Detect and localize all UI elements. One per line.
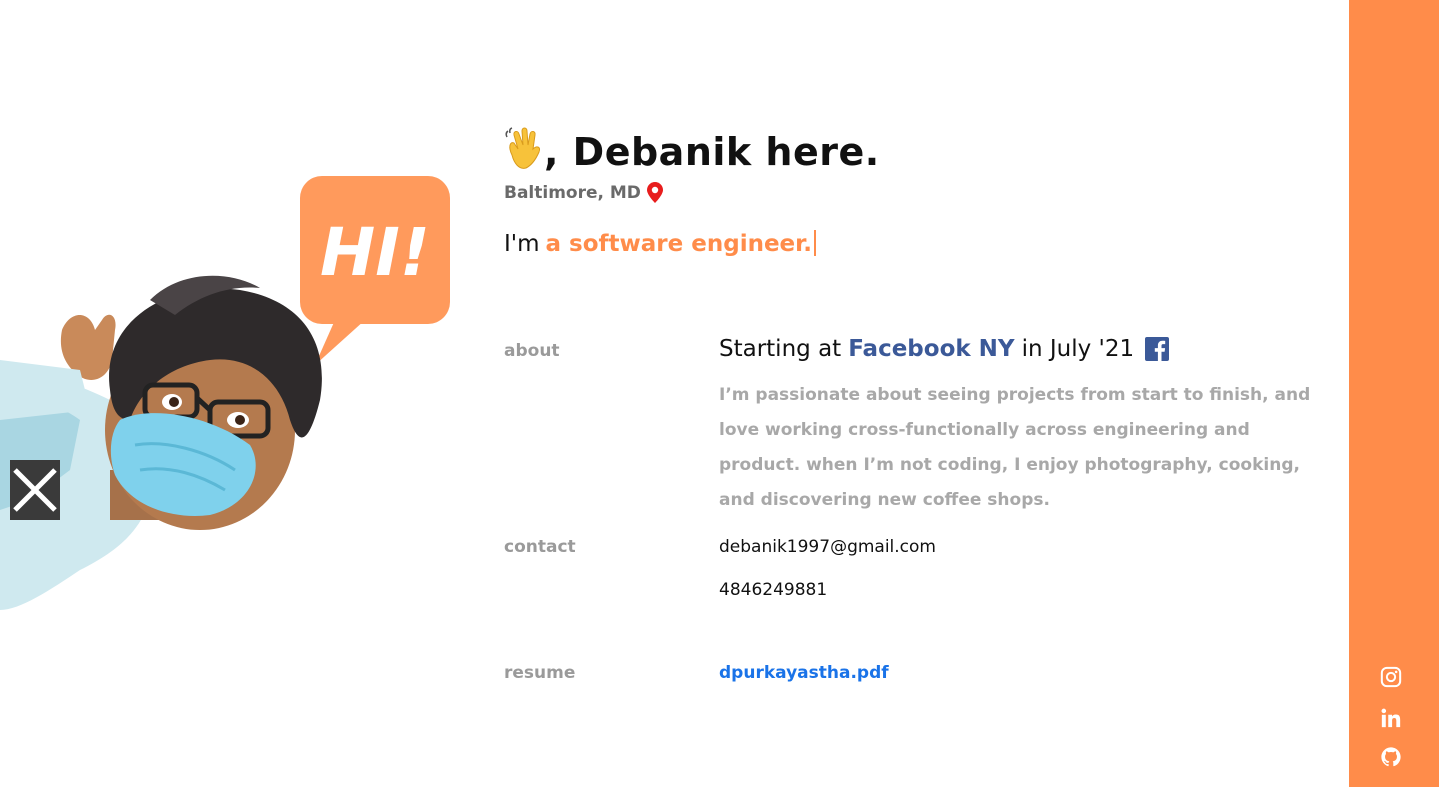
- email-text[interactable]: debanik1997@gmail.com: [719, 537, 936, 557]
- speech-bubble: HI!: [300, 176, 450, 365]
- page-title: , Debanik here.: [504, 126, 880, 178]
- resume-link[interactable]: dpurkayastha.pdf: [719, 663, 889, 683]
- facebook-icon: [1145, 337, 1170, 361]
- github-icon: [1381, 747, 1401, 767]
- waving-hand-icon: [505, 127, 540, 169]
- contact-label: contact: [504, 537, 576, 557]
- about-title-suffix: in July '21: [1021, 336, 1135, 362]
- instagram-link[interactable]: [1379, 665, 1403, 689]
- instagram-icon: [1380, 666, 1402, 688]
- typing-cursor: [813, 230, 816, 256]
- github-link[interactable]: [1379, 745, 1403, 769]
- map-pin-icon: [646, 182, 663, 203]
- tagline: I'm a software engineer.: [504, 230, 816, 257]
- about-title-prefix: Starting at: [719, 336, 842, 362]
- greeting-text: , Debanik here.: [544, 130, 880, 174]
- about-label: about: [504, 341, 560, 361]
- about-title: Starting at Facebook NY in July '21: [719, 336, 1170, 362]
- linkedin-link[interactable]: [1379, 706, 1403, 730]
- linkedin-icon: [1381, 708, 1401, 728]
- resume-label: resume: [504, 663, 576, 683]
- about-description: I’m passionate about seeing projects fro…: [719, 385, 1311, 510]
- tagline-prefix: I'm: [504, 231, 540, 257]
- location-text: Baltimore, MD: [504, 182, 641, 203]
- company-link[interactable]: Facebook NY: [848, 336, 1014, 362]
- phone-text[interactable]: 4846249881: [719, 580, 827, 600]
- location: Baltimore, MD: [504, 182, 663, 203]
- bubble-text: HI!: [320, 214, 430, 291]
- avatar-illustration: HI!: [0, 170, 460, 615]
- tagline-typed-text: a software engineer.: [545, 231, 812, 257]
